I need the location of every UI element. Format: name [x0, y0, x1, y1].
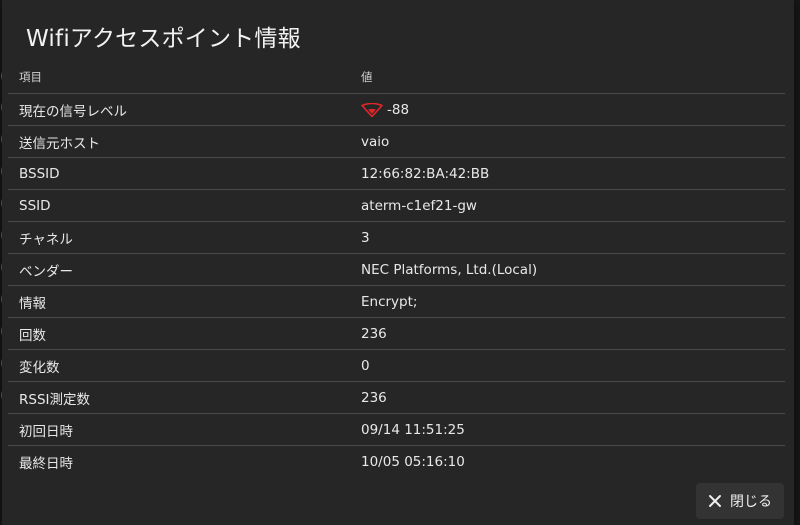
table-row: 送信元ホスト vaio — [8, 126, 785, 158]
row-value: 236 — [361, 389, 387, 406]
row-label: RSSI測定数 — [19, 391, 91, 408]
column-header-item: 項目 — [19, 69, 42, 84]
table-row: チャネル 3 — [8, 222, 785, 254]
row-label: SSID — [19, 197, 51, 214]
table-row: 情報 Encrypt; — [8, 286, 785, 318]
wifi-signal-icon — [361, 102, 383, 117]
row-label: 現在の信号レベル — [19, 103, 127, 120]
row-value: aterm-c1ef21-gw — [361, 197, 477, 214]
row-label: 変化数 — [19, 359, 60, 376]
table-row: 最終日時 10/05 05:16:10 — [8, 446, 785, 477]
row-value: 09/14 11:51:25 — [361, 421, 465, 438]
wifi-info-dialog: Wifiアクセスポイント情報 項目 値 現在の信号レベル -88 送信元ホスト … — [2, 0, 794, 525]
row-value: 3 — [361, 229, 370, 246]
row-label: 情報 — [19, 295, 46, 312]
dialog-title: Wifiアクセスポイント情報 — [26, 26, 301, 52]
row-label: 送信元ホスト — [19, 135, 100, 152]
close-button-label: 閉じる — [730, 494, 772, 510]
row-value: 0 — [361, 357, 370, 374]
row-value: 236 — [361, 325, 387, 342]
close-icon — [708, 494, 722, 508]
row-value: 12:66:82:BA:42:BB — [361, 165, 490, 182]
table-row: RSSI測定数 236 — [8, 382, 785, 414]
row-label: ベンダー — [19, 263, 73, 280]
table-header-row: 項目 値 — [8, 60, 785, 94]
column-header-value: 値 — [361, 69, 373, 84]
row-value-cell: -88 — [356, 102, 785, 118]
row-value: -88 — [387, 101, 410, 118]
row-label: BSSID — [19, 165, 60, 182]
row-label: 初回日時 — [19, 423, 73, 440]
table-row: 現在の信号レベル -88 — [8, 94, 785, 126]
table-row: ベンダー NEC Platforms, Ltd.(Local) — [8, 254, 785, 286]
table-row: SSID aterm-c1ef21-gw — [8, 190, 785, 222]
table-row: 変化数 0 — [8, 350, 785, 382]
row-value: 10/05 05:16:10 — [361, 453, 465, 470]
row-value: vaio — [361, 133, 390, 150]
table-row: 初回日時 09/14 11:51:25 — [8, 414, 785, 446]
table-row: BSSID 12:66:82:BA:42:BB — [8, 158, 785, 190]
row-value: NEC Platforms, Ltd.(Local) — [361, 261, 538, 278]
row-label: 最終日時 — [19, 455, 73, 472]
table-row: 回数 236 — [8, 318, 785, 350]
info-table: 項目 値 現在の信号レベル -88 送信元ホスト vaio BSSID 12:6… — [8, 60, 785, 477]
row-value: Encrypt; — [361, 293, 418, 310]
row-label: チャネル — [19, 231, 73, 248]
row-label: 回数 — [19, 327, 46, 344]
close-button[interactable]: 閉じる — [696, 483, 784, 519]
